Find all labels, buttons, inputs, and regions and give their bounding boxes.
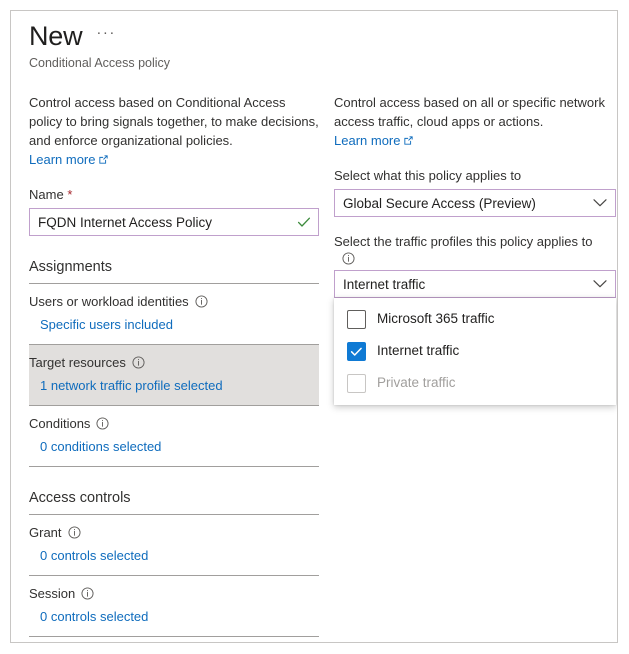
target-resources-label-row: Target resources [29,354,319,371]
panel-header: New ··· Conditional Access policy [29,19,589,71]
checkbox-private-traffic [347,374,366,393]
checkbox-microsoft-365-traffic[interactable] [347,310,366,329]
assignment-group-conditions[interactable]: Conditions 0 conditions selected [29,406,319,466]
traffic-profiles-dropdown[interactable]: Internet traffic [334,270,616,298]
traffic-profiles-option-list: Microsoft 365 traffic Internet traffic P… [334,298,616,405]
assignment-group-users[interactable]: Users or workload identities Specific us… [29,284,319,344]
grant-label: Grant [29,524,62,541]
traffic-profiles-combobox-wrapper: Internet traffic Microsoft 365 traffic I… [334,270,616,298]
option-private-traffic: Private traffic [334,367,616,399]
option-internet-traffic[interactable]: Internet traffic [334,335,616,367]
session-selection-link[interactable]: 0 controls selected [40,609,148,624]
chevron-down-icon [593,280,607,289]
target-resources-label: Target resources [29,354,126,371]
traffic-profiles-label: Select the traffic profiles this policy … [334,233,616,265]
learn-more-label-right: Learn more [334,133,400,148]
learn-more-link-right[interactable]: Learn more [334,133,414,148]
page-subtitle: Conditional Access policy [29,55,589,71]
target-resources-selection-link[interactable]: 1 network traffic profile selected [40,378,223,393]
traffic-profiles-value: Internet traffic [343,276,425,293]
right-column: Control access based on all or specific … [334,93,616,298]
conditional-access-panel: New ··· Conditional Access policy Contro… [10,10,618,643]
assignment-group-target-resources[interactable]: Target resources 1 network traffic profi… [29,345,319,405]
option-label-microsoft-365-traffic: Microsoft 365 traffic [377,310,495,328]
session-divider [29,636,319,637]
grant-label-row: Grant [29,524,319,541]
info-icon-traffic-profiles[interactable] [342,252,355,265]
conditions-label: Conditions [29,415,90,432]
name-input[interactable]: FQDN Internet Access Policy [29,208,319,236]
conditions-value-row: 0 conditions selected [29,438,319,456]
external-link-icon [98,151,109,170]
learn-more-link-left[interactable]: Learn more [29,152,109,167]
chevron-down-icon [593,199,607,208]
info-icon-session[interactable] [81,587,94,600]
conditions-selection-link[interactable]: 0 conditions selected [40,439,161,454]
access-control-grant[interactable]: Grant 0 controls selected [29,515,319,575]
left-column: Control access based on Conditional Acce… [29,93,319,637]
grant-value-row: 0 controls selected [29,547,319,565]
overflow-menu-button[interactable]: ··· [94,25,118,47]
access-control-session[interactable]: Session 0 controls selected [29,576,319,636]
target-resources-value-row: 1 network traffic profile selected [29,377,319,395]
page-title: New [29,19,82,53]
applies-to-dropdown[interactable]: Global Secure Access (Preview) [334,189,616,217]
required-asterisk: * [67,187,72,202]
learn-more-label-left: Learn more [29,152,95,167]
name-field-label: Name * [29,186,319,203]
grant-selection-link[interactable]: 0 controls selected [40,548,148,563]
applies-to-value: Global Secure Access (Preview) [343,195,536,212]
traffic-profiles-label-text: Select the traffic profiles this policy … [334,234,592,249]
target-resources-description: Control access based on all or specific … [334,93,616,151]
option-microsoft-365-traffic[interactable]: Microsoft 365 traffic [334,303,616,335]
external-link-icon [403,132,414,151]
session-label: Session [29,585,75,602]
users-selection-link[interactable]: Specific users included [40,317,173,332]
conditions-label-row: Conditions [29,415,319,432]
name-input-value: FQDN Internet Access Policy [38,214,212,231]
session-value-row: 0 controls selected [29,608,319,626]
conditions-divider [29,466,319,467]
name-label-text: Name [29,187,64,202]
valid-check-icon [297,215,311,229]
checkbox-internet-traffic[interactable] [347,342,366,361]
assignments-heading: Assignments [29,258,319,277]
option-label-internet-traffic: Internet traffic [377,342,459,360]
info-icon-conditions[interactable] [96,417,109,430]
info-icon-grant[interactable] [68,526,81,539]
applies-to-label: Select what this policy applies to [334,167,616,184]
users-label: Users or workload identities [29,293,189,310]
users-label-row: Users or workload identities [29,293,319,310]
policy-description-text: Control access based on Conditional Acce… [29,95,319,148]
info-icon-target-resources[interactable] [132,356,145,369]
option-label-private-traffic: Private traffic [377,374,456,392]
users-value-row: Specific users included [29,316,319,334]
access-controls-heading: Access controls [29,489,319,508]
session-label-row: Session [29,585,319,602]
info-icon-users[interactable] [195,295,208,308]
target-resources-description-text: Control access based on all or specific … [334,95,605,129]
traffic-profiles-info-row [334,252,616,265]
policy-description: Control access based on Conditional Acce… [29,93,319,170]
